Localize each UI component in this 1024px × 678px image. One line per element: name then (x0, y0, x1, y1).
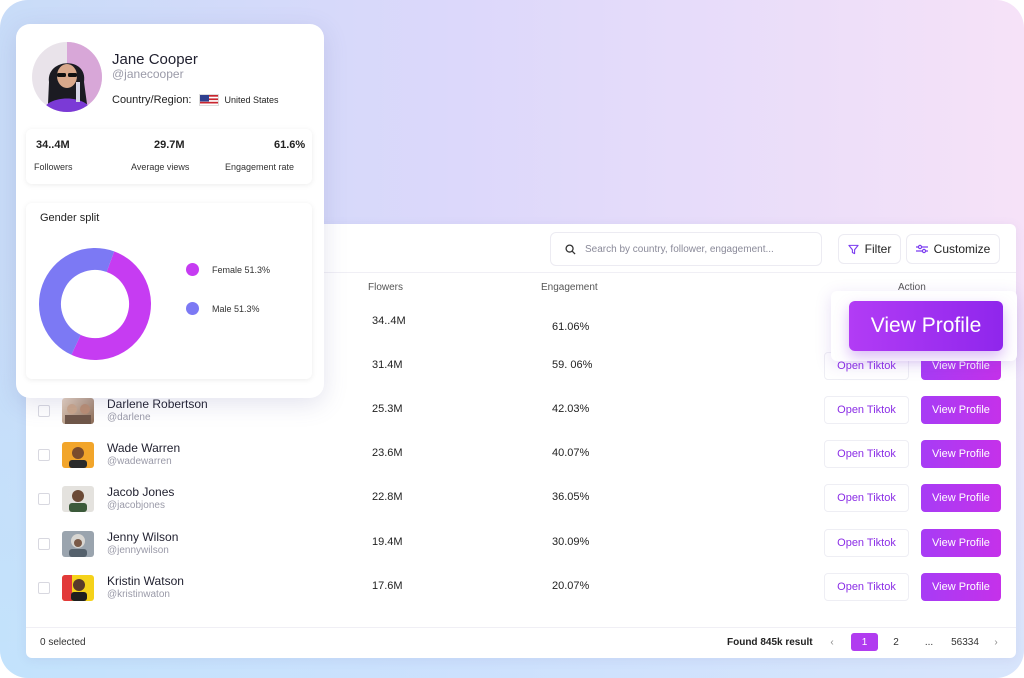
filter-button[interactable]: Filter (838, 234, 901, 264)
legend-male-label: Male 51.3% (212, 303, 260, 314)
avatar (62, 486, 94, 512)
view-profile-button[interactable]: View Profile (921, 529, 1001, 557)
view-profile-callout: View Profile (831, 291, 1017, 361)
page-ellipsis: ... (924, 636, 934, 648)
creator-handle: @kristinwaton (107, 589, 170, 600)
stat-engagement-label: Engagement rate (225, 162, 295, 172)
profile-card: Jane Cooper @janecooper Country/Region: … (16, 24, 324, 398)
legend-female: Female 51.3% (186, 263, 270, 276)
table-row: Jacob Jones @jacobjones 22.8M 36.05% Ope… (26, 478, 1016, 522)
avatar (62, 531, 94, 557)
creator-handle: @jacobjones (107, 500, 165, 511)
gender-split-card: Gender split Female 51.3% Male 51.3% (26, 203, 312, 379)
creator-name: Jacob Jones (107, 485, 175, 499)
followers-cell: 34..4M (372, 315, 406, 327)
page-button-2[interactable]: 2 (886, 633, 906, 651)
engagement-cell: 40.07% (552, 447, 590, 459)
followers-cell: 19.4M (372, 536, 403, 548)
view-profile-button[interactable]: View Profile (921, 573, 1001, 601)
search-icon (565, 243, 576, 255)
female-legend-dot (186, 263, 199, 276)
creator-handle: @jennywilson (107, 545, 169, 556)
customize-button[interactable]: Customize (906, 234, 1000, 264)
followers-cell: 25.3M (372, 403, 403, 415)
row-checkbox[interactable] (38, 405, 50, 417)
engagement-cell: 61.06% (552, 321, 590, 333)
engagement-cell: 59. 06% (552, 359, 593, 371)
filter-icon (848, 244, 859, 254)
country-name: United States (224, 95, 279, 105)
stat-followers-label: Followers (34, 162, 73, 172)
column-header-engagement: Engagement (541, 282, 598, 293)
avatar (62, 575, 94, 601)
followers-cell: 31.4M (372, 359, 403, 371)
profile-name: Jane Cooper (112, 51, 198, 68)
selected-count: 0 selected (40, 637, 86, 648)
open-tiktok-button[interactable]: Open Tiktok (824, 573, 909, 601)
view-profile-button[interactable]: View Profile (921, 396, 1001, 424)
footer-divider (26, 627, 1016, 628)
page-button-last[interactable]: 56334 (945, 633, 985, 651)
legend-female-label: Female 51.3% (212, 264, 271, 275)
us-flag-icon (198, 94, 219, 106)
row-checkbox[interactable] (38, 538, 50, 550)
sliders-icon (915, 244, 928, 254)
engagement-cell: 20.07% (552, 580, 590, 592)
region-label: Country/Region: (112, 94, 192, 106)
creator-name: Kristin Watson (107, 574, 184, 588)
filter-label: Filter (864, 242, 892, 256)
avatar (62, 398, 94, 424)
open-tiktok-button[interactable]: Open Tiktok (824, 440, 909, 468)
followers-cell: 23.6M (372, 447, 403, 459)
creator-name: Wade Warren (107, 441, 181, 455)
view-profile-button[interactable]: View Profile (921, 440, 1001, 468)
profile-region: Country/Region: United States (112, 94, 279, 106)
creator-handle: @darlene (107, 412, 151, 423)
open-tiktok-button[interactable]: Open Tiktok (824, 529, 909, 557)
followers-cell: 17.6M (372, 580, 403, 592)
row-checkbox[interactable] (38, 582, 50, 594)
row-checkbox[interactable] (38, 449, 50, 461)
stat-views-value: 29.7M (154, 139, 185, 151)
table-row: Wade Warren @wadewarren 23.6M 40.07% Ope… (26, 434, 1016, 478)
next-page-button[interactable]: › (989, 633, 1003, 651)
view-profile-button[interactable]: View Profile (921, 484, 1001, 512)
profile-handle: @janecooper (112, 67, 184, 81)
search-input[interactable] (585, 243, 805, 255)
stat-engagement-value: 61.6% (274, 139, 306, 151)
male-legend-dot (186, 302, 199, 315)
prev-page-button[interactable]: ‹ (825, 633, 839, 651)
result-count: Found 845k result (727, 637, 813, 648)
engagement-cell: 30.09% (552, 536, 590, 548)
legend-male: Male 51.3% (186, 302, 260, 315)
engagement-cell: 42.03% (552, 403, 590, 415)
stat-followers-value: 34..4M (36, 139, 70, 151)
gender-split-title: Gender split (40, 212, 100, 224)
column-header-followers: Flowers (368, 282, 404, 293)
page-button-1[interactable]: 1 (851, 633, 878, 651)
table-row: Jenny Wilson @jennywilson 19.4M 30.09% O… (26, 523, 1016, 567)
followers-cell: 22.8M (372, 491, 403, 503)
row-checkbox[interactable] (38, 493, 50, 505)
creator-handle: @wadewarren (107, 456, 172, 467)
profile-avatar (32, 42, 102, 112)
open-tiktok-button[interactable]: Open Tiktok (824, 396, 909, 424)
search-bar[interactable] (550, 232, 822, 266)
creator-name: Darlene Robertson (107, 397, 208, 411)
customize-label: Customize (933, 242, 991, 256)
open-tiktok-button[interactable]: Open Tiktok (824, 484, 909, 512)
big-view-profile-button[interactable]: View Profile (849, 301, 1003, 351)
profile-stats: 34..4M Followers 29.7M Average views 61.… (26, 129, 312, 184)
engagement-cell: 36.05% (552, 491, 590, 503)
creator-name: Jenny Wilson (107, 530, 179, 544)
gender-donut-chart (39, 248, 151, 360)
table-row: Kristin Watson @kristinwaton 17.6M 20.07… (26, 567, 1016, 611)
stat-views-label: Average views (131, 162, 190, 172)
avatar (62, 442, 94, 468)
